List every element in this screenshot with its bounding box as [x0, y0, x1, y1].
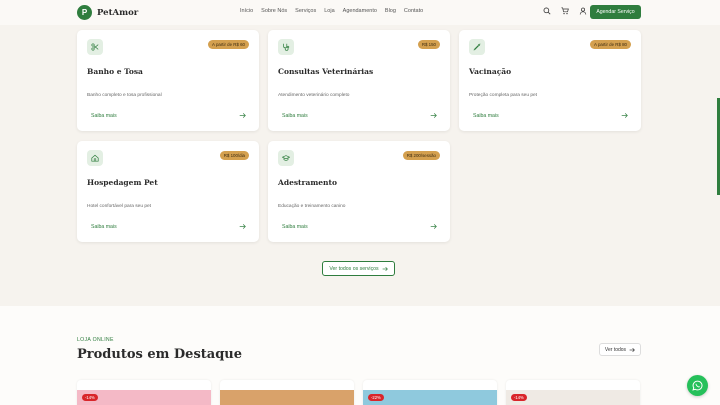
cart-icon[interactable]: [561, 7, 569, 15]
service-icon-box: [87, 39, 103, 55]
section-title: Produtos em Destaque: [77, 347, 243, 362]
whatsapp-icon: [692, 380, 703, 391]
price-badge: R$ 100/dia: [219, 151, 249, 160]
discount-badge: -14%: [82, 394, 98, 401]
product-card[interactable]: -22%: [363, 380, 497, 405]
learn-more-link[interactable]: Saiba mais: [473, 113, 499, 119]
view-all-services-button[interactable]: Ver todos os serviços: [322, 261, 395, 276]
site-header: P PetAmor Início Sobre Nós Serviços Loja…: [0, 0, 720, 25]
section-eyebrow: LOJA ONLINE: [77, 337, 114, 343]
arrow-right-icon: [629, 347, 635, 352]
nav-agendamento[interactable]: Agendamento: [343, 8, 377, 14]
view-all-products-label: Ver todos: [604, 346, 627, 353]
service-description: Proteção completa para seu pet: [469, 93, 537, 98]
logo-text: PetAmor: [97, 7, 139, 18]
nav-inicio[interactable]: Início: [240, 8, 253, 14]
price-badge: R$ 150: [417, 40, 440, 49]
nav-blog[interactable]: Blog: [385, 8, 396, 14]
service-title: Consultas Veterinárias: [278, 67, 374, 76]
discount-badge: -14%: [511, 394, 527, 401]
view-all-services-label: Ver todos os serviços: [329, 265, 379, 272]
arrow-right-icon[interactable]: [430, 223, 437, 230]
nav-servicos[interactable]: Serviços: [295, 8, 316, 14]
learn-more-link[interactable]: Saiba mais: [91, 113, 117, 119]
service-icon-box: [469, 39, 485, 55]
view-all-products-button[interactable]: Ver todos: [599, 343, 641, 356]
service-card-adestramento[interactable]: R$ 200/sessão Adestramento Educação e tr…: [268, 141, 450, 242]
service-card-hospedagem[interactable]: R$ 100/dia Hospedagem Pet Hotel confortá…: [77, 141, 259, 242]
learn-more-link[interactable]: Saiba mais: [91, 224, 117, 230]
service-title: Adestramento: [278, 178, 337, 187]
discount-badge: -22%: [368, 394, 384, 401]
learn-more-link[interactable]: Saiba mais: [282, 224, 308, 230]
product-card[interactable]: [220, 380, 354, 405]
whatsapp-button[interactable]: [687, 375, 708, 396]
service-icon-box: [87, 150, 103, 166]
service-card-consultas[interactable]: R$ 150 Consultas Veterinárias Atendiment…: [268, 30, 450, 131]
logo-mark: P: [77, 5, 92, 20]
nav-contato[interactable]: Contato: [404, 8, 423, 14]
product-image: [220, 390, 354, 405]
service-title: Banho e Tosa: [87, 67, 143, 76]
price-badge: R$ 200/sessão: [402, 151, 440, 160]
featured-products-section: LOJA ONLINE Produtos em Destaque Ver tod…: [0, 306, 720, 405]
service-icon-box: [278, 39, 294, 55]
price-badge: A partir de R$ 60: [208, 40, 249, 49]
arrow-right-icon[interactable]: [430, 112, 437, 119]
scissors-icon: [91, 43, 99, 51]
arrow-right-icon: [382, 266, 388, 271]
service-description: Atendimento veterinário completo: [278, 93, 350, 98]
service-card-banho-tosa[interactable]: A partir de R$ 60 Banho e Tosa Banho com…: [77, 30, 259, 131]
price-badge: A partir de R$ 80: [590, 40, 631, 49]
home-icon: [91, 154, 99, 162]
service-description: Banho completo e tosa profissional: [87, 93, 162, 98]
header-icons: [543, 7, 587, 15]
main-nav: Início Sobre Nós Serviços Loja Agendamen…: [240, 8, 423, 14]
user-icon[interactable]: [579, 7, 587, 15]
syringe-icon: [473, 43, 481, 51]
learn-more-link[interactable]: Saiba mais: [282, 113, 308, 119]
stethoscope-icon: [283, 43, 290, 51]
arrow-right-icon[interactable]: [239, 112, 246, 119]
service-description: Educação e treinamento canino: [278, 204, 346, 209]
graduation-cap-icon: [282, 155, 290, 161]
schedule-service-button[interactable]: Agendar Serviço: [590, 5, 641, 19]
product-card[interactable]: -14%: [77, 380, 211, 405]
nav-loja[interactable]: Loja: [324, 8, 334, 14]
arrow-right-icon[interactable]: [621, 112, 628, 119]
service-icon-box: [278, 150, 294, 166]
service-title: Hospedagem Pet: [87, 178, 158, 187]
product-card[interactable]: -14%: [506, 380, 640, 405]
nav-sobre-nos[interactable]: Sobre Nós: [261, 8, 287, 14]
service-description: Hotel confortável para seu pet: [87, 204, 151, 209]
logo[interactable]: P PetAmor: [77, 5, 138, 20]
service-title: Vacinação: [469, 67, 512, 76]
arrow-right-icon[interactable]: [239, 223, 246, 230]
search-icon[interactable]: [543, 7, 551, 15]
service-card-vacinacao[interactable]: A partir de R$ 80 Vacinação Proteção com…: [459, 30, 641, 131]
